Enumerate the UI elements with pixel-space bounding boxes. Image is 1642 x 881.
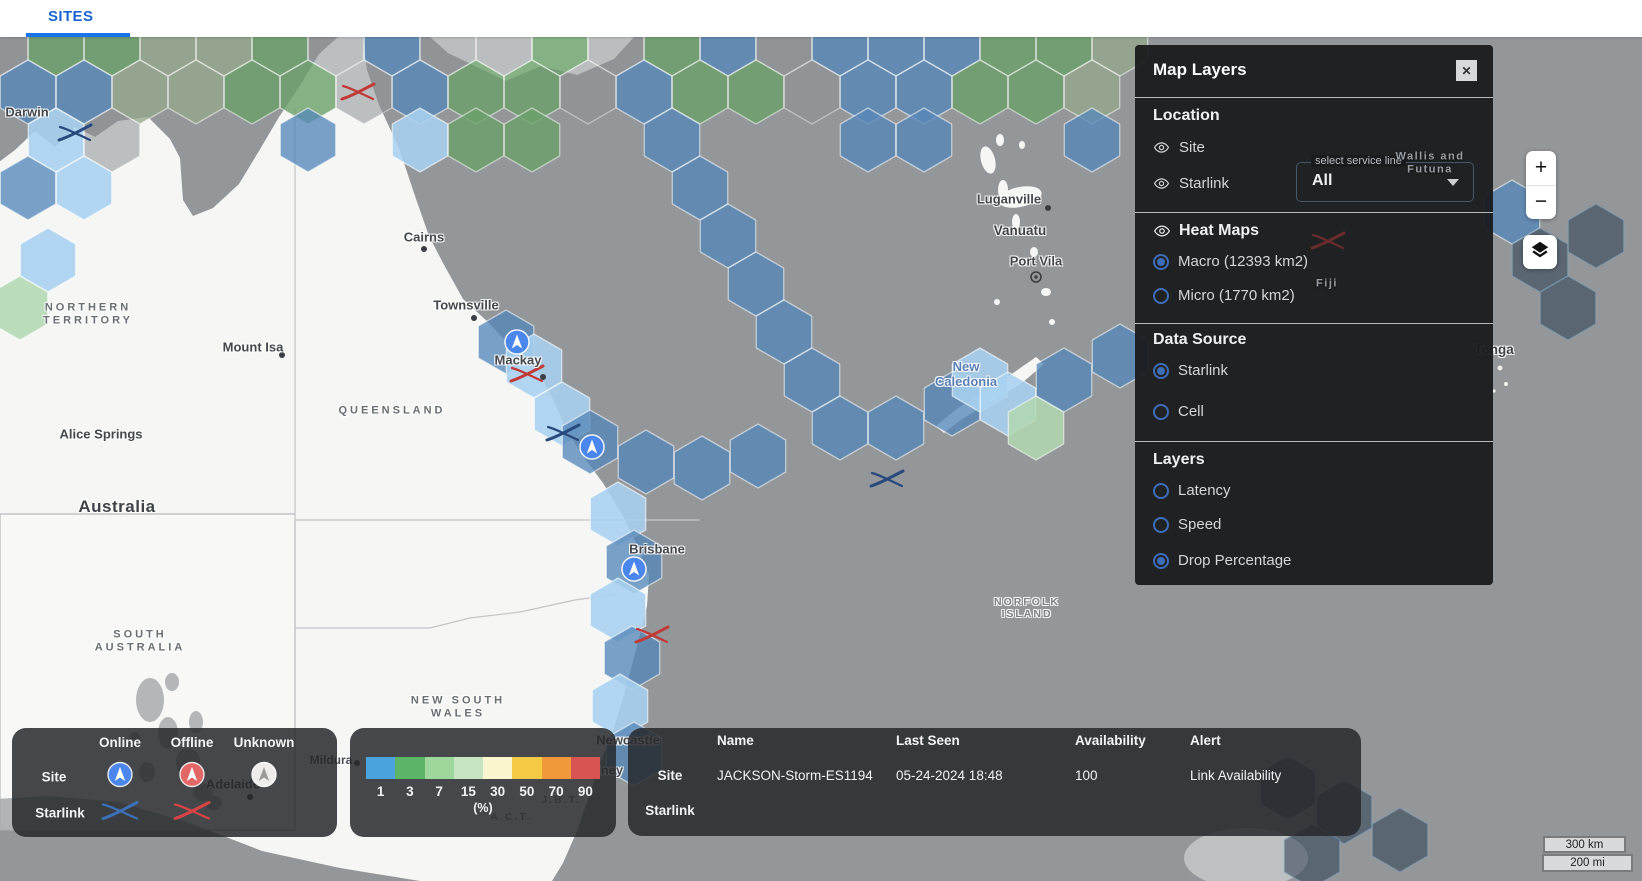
radio-icon: [1153, 254, 1169, 270]
map-scale-km: 300 km: [1543, 836, 1626, 853]
site-marker[interactable]: [580, 435, 604, 459]
radio-layer-drop-percentage[interactable]: Drop Percentage: [1153, 552, 1291, 569]
color-scale-values: 1371530507090: [366, 784, 600, 799]
color-scale-segment: [366, 757, 395, 779]
service-line-select[interactable]: select service line All: [1296, 162, 1474, 202]
radio-icon: [1153, 404, 1169, 420]
toggle-location-starlink[interactable]: Starlink: [1153, 175, 1229, 192]
top-navigation-bar: SITES: [0, 0, 1642, 37]
color-scale-unit: (%): [366, 801, 600, 815]
service-line-value: All: [1312, 172, 1332, 190]
section-datasource-title: Data Source: [1153, 331, 1246, 349]
info-header: Site: [658, 768, 683, 783]
color-scale-segment: [395, 757, 424, 779]
legend-col-offline: Offline: [171, 735, 214, 750]
info-cell: 100: [1075, 768, 1098, 783]
color-scale-value: 70: [542, 784, 571, 799]
info-header: Alert: [1190, 733, 1221, 748]
radio-heatmap-micro[interactable]: Micro (1770 km2): [1153, 287, 1295, 304]
site-online-icon: [107, 762, 133, 793]
color-scale-value: 7: [425, 784, 454, 799]
basemap-layers-button[interactable]: [1523, 235, 1557, 269]
starlink-online-icon: [101, 801, 139, 826]
color-scale-segment: [425, 757, 454, 779]
color-scale-panel: 1371530507090 (%): [350, 728, 616, 837]
toggle-location-site[interactable]: Site: [1153, 139, 1205, 156]
starlink-offline-icon: [173, 801, 211, 826]
color-scale-value: 15: [454, 784, 483, 799]
section-location-title: Location: [1153, 107, 1220, 125]
tab-active-indicator: [26, 33, 130, 37]
radio-datasource-starlink[interactable]: Starlink: [1153, 362, 1228, 379]
landmass-tonga: [1492, 366, 1508, 393]
color-scale-segment: [571, 757, 600, 779]
radio-layer-speed[interactable]: Speed: [1153, 516, 1221, 533]
map-scale-mi: 200 mi: [1542, 854, 1633, 872]
color-scale-segment: [512, 757, 541, 779]
legend-col-unknown: Unknown: [234, 735, 295, 750]
legend-panel: Online Offline Unknown Site Starlink: [12, 728, 337, 837]
section-layers-title: Layers: [1153, 451, 1205, 469]
site-unknown-icon: [251, 762, 277, 793]
chevron-down-icon: [1447, 179, 1459, 186]
eye-icon: [1153, 175, 1170, 192]
radio-icon: [1153, 363, 1169, 379]
radio-layer-latency[interactable]: Latency: [1153, 482, 1231, 499]
zoom-out-button[interactable]: −: [1526, 186, 1556, 220]
site-offline-icon: [179, 762, 205, 793]
legend-row-starlink: Starlink: [35, 806, 85, 821]
color-scale-bar: [366, 757, 600, 779]
site-marker[interactable]: [622, 557, 646, 581]
color-scale-value: 90: [571, 784, 600, 799]
zoom-in-button[interactable]: +: [1526, 151, 1556, 185]
color-scale-segment: [542, 757, 571, 779]
site-info-panel: Name Last Seen Availability Alert Site JACKSO…: [628, 728, 1361, 836]
radio-datasource-cell[interactable]: Cell: [1153, 403, 1204, 420]
map-layers-panel: Map Layers ✕ Location Site Starlink sele…: [1135, 45, 1493, 585]
info-header: Name: [717, 733, 754, 748]
info-cell: 05-24-2024 18:48: [896, 768, 1003, 783]
close-icon[interactable]: ✕: [1456, 60, 1477, 81]
section-heatmaps-title: Heat Maps: [1153, 222, 1259, 240]
color-scale-value: 1: [366, 784, 395, 799]
radio-icon: [1153, 483, 1169, 499]
layers-icon: [1529, 239, 1551, 266]
app-window: SITES: [0, 0, 1642, 881]
site-marker[interactable]: [505, 330, 529, 354]
radio-icon: [1153, 553, 1169, 569]
radio-heatmap-macro[interactable]: Macro (12393 km2): [1153, 253, 1308, 270]
legend-row-site: Site: [42, 770, 67, 785]
eye-icon: [1153, 139, 1170, 156]
info-header: Last Seen: [896, 733, 960, 748]
info-header: Starlink: [645, 803, 695, 818]
color-scale-segment: [483, 757, 512, 779]
color-scale-segment: [454, 757, 483, 779]
color-scale-value: 50: [512, 784, 541, 799]
eye-icon: [1153, 222, 1171, 240]
radio-icon: [1153, 517, 1169, 533]
landmass-vanuatu: [978, 134, 1055, 325]
zoom-controls: + −: [1526, 151, 1556, 219]
info-cell: Link Availability: [1190, 768, 1281, 783]
panel-title: Map Layers: [1153, 60, 1247, 80]
service-line-label: select service line: [1311, 155, 1406, 167]
info-header: Availability: [1075, 733, 1146, 748]
legend-col-online: Online: [99, 735, 141, 750]
color-scale-value: 30: [483, 784, 512, 799]
info-cell: JACKSON-Storm-ES1194: [717, 768, 873, 783]
tab-sites[interactable]: SITES: [48, 8, 93, 25]
radio-icon: [1153, 288, 1169, 304]
color-scale-value: 3: [395, 784, 424, 799]
